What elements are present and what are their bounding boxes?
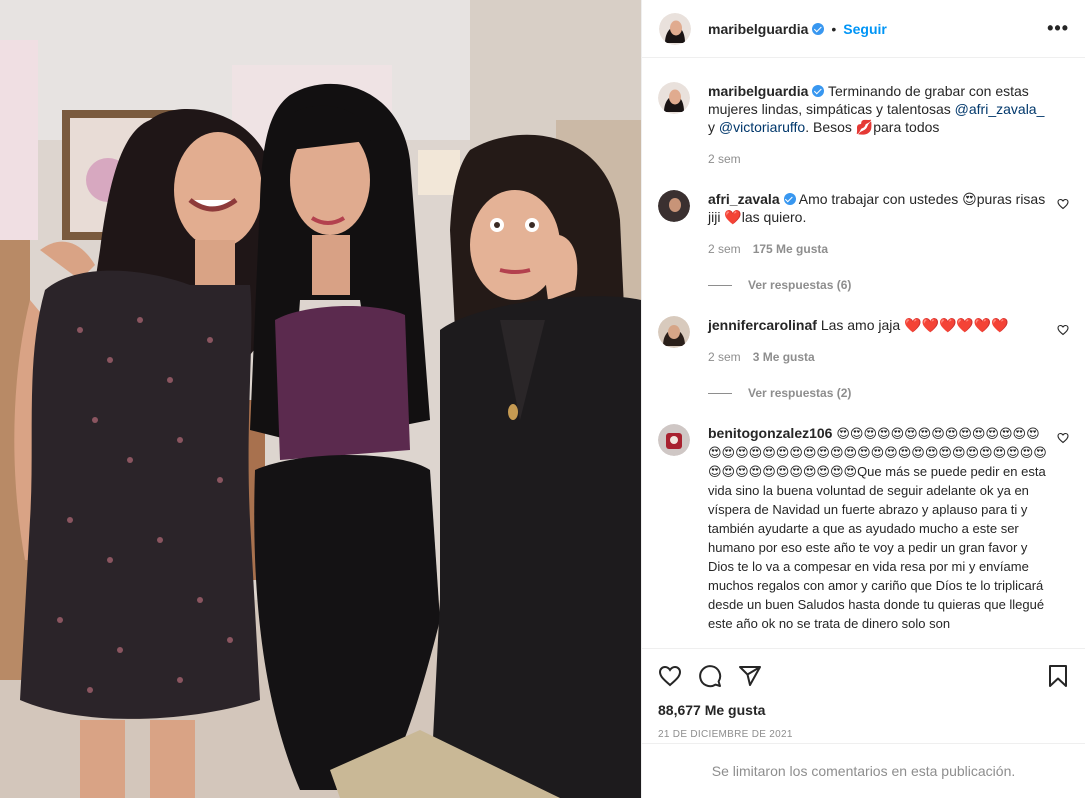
comment-like-heart-icon[interactable] [1057, 432, 1069, 444]
verified-badge-icon [812, 22, 825, 35]
comment-text: 😍😍😍😍😍😍😍😍😍😍😍😍😍😍😍😍😍😍😍😍😍😍😍😍😍😍😍😍😍😍😍😍😍😍😍😍😍😍😍😍… [708, 426, 1047, 631]
instagram-post-view: maribelguardia • Seguir ••• maribelguard… [0, 0, 1085, 798]
comments-list[interactable]: maribelguardia Terminando de grabar con … [642, 58, 1085, 648]
commenter-avatar[interactable] [658, 424, 690, 456]
comment-body: benitogonzalez106 😍😍😍😍😍😍😍😍😍😍😍😍😍😍😍😍😍😍😍😍😍😍… [708, 424, 1069, 633]
caption-mention-afri[interactable]: @afri_zavala_ [955, 101, 1045, 117]
comment-item: jennifercarolinaf Las amo jaja ❤️❤️❤️❤️❤… [658, 316, 1069, 366]
comment-time[interactable]: 2 sem [708, 348, 741, 366]
replies-line [708, 392, 732, 394]
comment-body: jennifercarolinaf Las amo jaja ❤️❤️❤️❤️❤… [708, 316, 1069, 366]
comment-body: afri_zavala Amo trabajar con ustedes 😍pu… [708, 190, 1069, 258]
caption-time[interactable]: 2 sem [708, 150, 741, 168]
comment-likes[interactable]: 175 Me gusta [753, 240, 828, 258]
caption-avatar[interactable] [658, 82, 690, 114]
commenter-avatar[interactable] [658, 316, 690, 348]
likes-count[interactable]: 88,677 Me gusta [658, 702, 1069, 718]
more-options-icon[interactable]: ••• [1047, 18, 1069, 39]
caption-and: y [708, 119, 715, 135]
author-username[interactable]: maribelguardia [708, 21, 808, 37]
view-replies-button[interactable]: Ver respuestas (6) [708, 278, 1069, 292]
post-actions: 88,677 Me gusta 21 DE DICIEMBRE DE 2021 … [642, 648, 1085, 798]
comment-text-block: benitogonzalez106 😍😍😍😍😍😍😍😍😍😍😍😍😍😍😍😍😍😍😍😍😍😍… [708, 424, 1047, 633]
comment-username[interactable]: afri_zavala [708, 191, 780, 207]
comment-likes[interactable]: 3 Me gusta [753, 348, 815, 366]
post-date[interactable]: 21 DE DICIEMBRE DE 2021 [658, 729, 1069, 740]
comment-text-block: afri_zavala Amo trabajar con ustedes 😍pu… [708, 190, 1047, 226]
replies-line [708, 284, 732, 286]
comment-username[interactable]: benitogonzalez106 [708, 425, 832, 441]
comment-text-block: jennifercarolinaf Las amo jaja ❤️❤️❤️❤️❤… [708, 316, 1047, 334]
commenter-avatar[interactable] [658, 190, 690, 222]
author-avatar[interactable] [659, 12, 691, 45]
caption-mention-victoria[interactable]: @victoriaruffo [719, 119, 805, 135]
comment-username[interactable]: jennifercarolinaf [708, 317, 817, 333]
separator-dot: • [831, 20, 837, 37]
verified-badge-icon [812, 85, 825, 97]
view-replies-label: Ver respuestas (6) [748, 278, 852, 292]
follow-button[interactable]: Seguir [843, 21, 887, 37]
comment-like-heart-icon[interactable] [1057, 198, 1069, 210]
verified-badge-icon [783, 193, 796, 205]
action-icons-row [658, 649, 1069, 701]
caption-end: . Besos 💋para todos [805, 119, 940, 135]
caption-body: maribelguardia Terminando de grabar con … [708, 82, 1069, 168]
view-replies-label: Ver respuestas (2) [748, 386, 852, 400]
view-replies-button[interactable]: Ver respuestas (2) [708, 386, 1069, 400]
post-side-panel: maribelguardia • Seguir ••• maribelguard… [641, 0, 1085, 798]
comments-limited-notice: Se limitaron los comentarios en esta pub… [642, 743, 1085, 798]
comment-meta: 2 sem 3 Me gusta [708, 348, 1047, 366]
post-photo-illustration [0, 0, 641, 798]
post-header: maribelguardia • Seguir ••• [642, 0, 1085, 58]
heart-icon[interactable] [658, 664, 682, 688]
caption-username[interactable]: maribelguardia [708, 83, 808, 99]
comment-meta: 2 sem 175 Me gusta [708, 240, 1047, 258]
comment-item: afri_zavala Amo trabajar con ustedes 😍pu… [658, 190, 1069, 258]
comment-text: Las amo jaja ❤️❤️❤️❤️❤️❤️ [820, 317, 1009, 333]
comment-time[interactable]: 2 sem [708, 240, 741, 258]
post-caption: maribelguardia Terminando de grabar con … [658, 82, 1069, 168]
share-icon[interactable] [738, 664, 762, 688]
caption-meta: 2 sem [708, 150, 1047, 168]
comment-item: benitogonzalez106 😍😍😍😍😍😍😍😍😍😍😍😍😍😍😍😍😍😍😍😍😍😍… [658, 424, 1069, 633]
bookmark-icon[interactable] [1047, 664, 1069, 688]
comment-like-heart-icon[interactable] [1057, 324, 1069, 336]
comment-icon[interactable] [698, 664, 722, 688]
post-photo[interactable] [0, 0, 641, 798]
caption-text-block: maribelguardia Terminando de grabar con … [708, 82, 1047, 136]
